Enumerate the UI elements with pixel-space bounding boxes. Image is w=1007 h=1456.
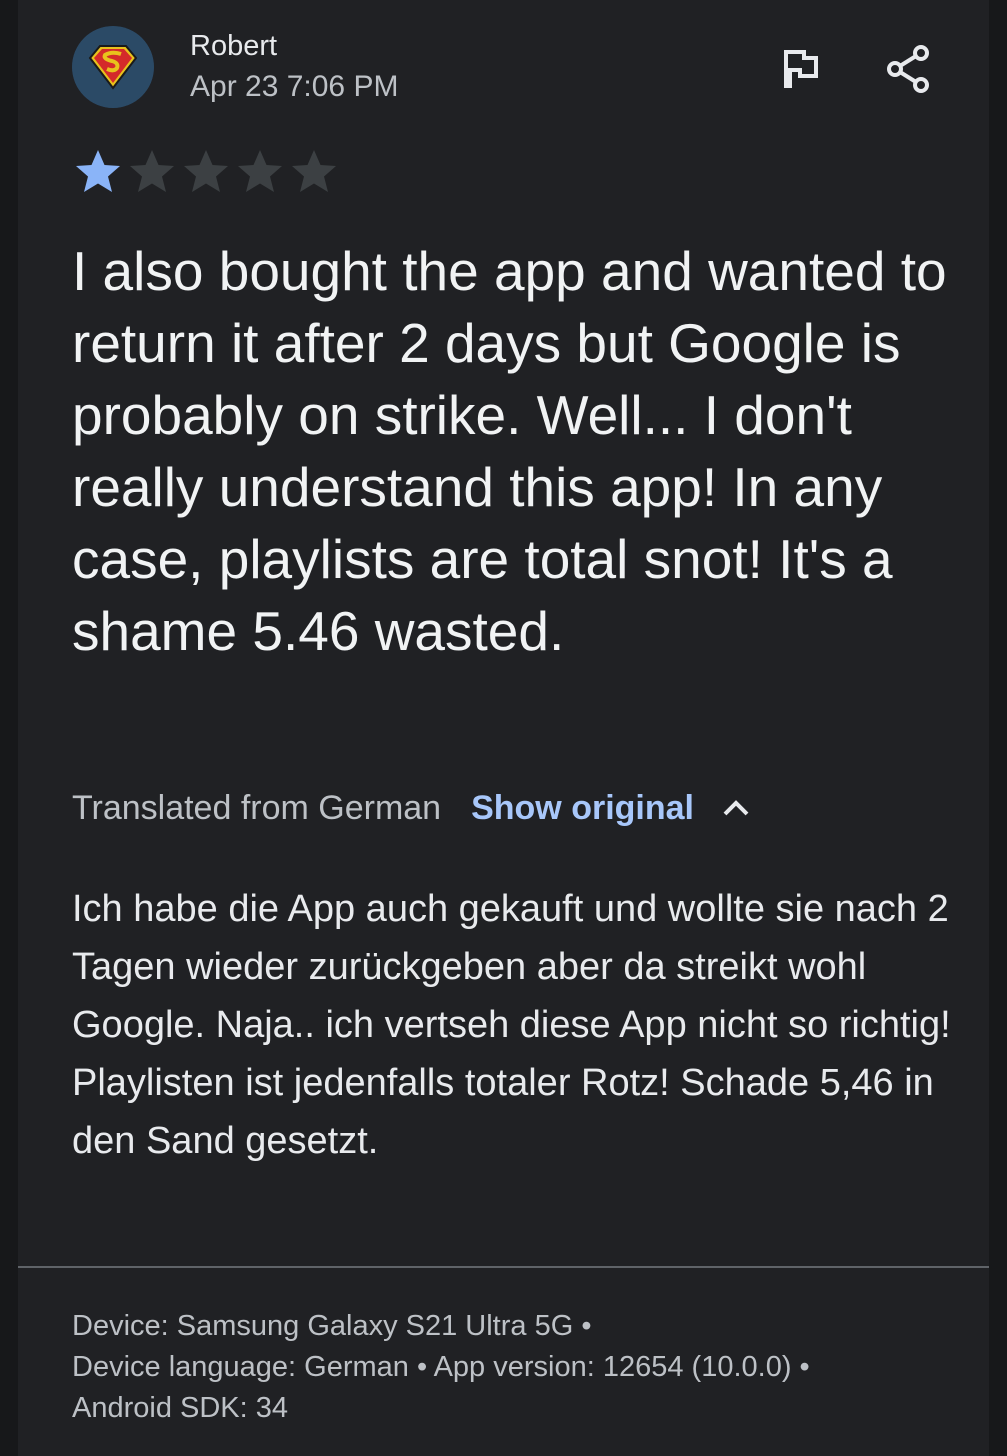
review-text: I also bought the app and wanted to retu…	[72, 240, 947, 662]
translated-label: Translated from German	[72, 788, 442, 827]
translation-row: Translated from German Show original	[72, 786, 750, 830]
flag-icon	[784, 50, 818, 88]
review-card: Robert Apr 23 7:06 PM I also bought the …	[18, 0, 989, 1456]
share-button[interactable]	[879, 40, 937, 98]
chevron-up-icon[interactable]	[722, 799, 750, 817]
author-name: Robert	[190, 30, 278, 62]
device-info-line: Android SDK: 34	[72, 1392, 289, 1424]
star-empty-icon	[182, 148, 230, 196]
star-empty-icon	[128, 148, 176, 196]
device-info-line: Device: Samsung Galaxy S21 Ultra 5G •	[72, 1310, 592, 1342]
device-info: Device: Samsung Galaxy S21 Ultra 5G • De…	[72, 1306, 952, 1429]
star-rating	[74, 148, 338, 196]
star-empty-icon	[236, 148, 284, 196]
original-review-text: Ich habe die App auch gekauft und wollte…	[72, 888, 951, 1162]
star-filled-icon	[74, 148, 122, 196]
avatar	[72, 26, 154, 108]
review-date: Apr 23 7:06 PM	[190, 70, 399, 103]
superman-logo-icon	[72, 26, 154, 108]
star-empty-icon	[290, 148, 338, 196]
show-original-link[interactable]: Show original	[471, 789, 694, 828]
device-info-line: Device language: German • App version: 1…	[72, 1351, 810, 1383]
flag-button[interactable]	[772, 40, 830, 98]
share-icon	[887, 45, 929, 93]
divider	[18, 1266, 989, 1268]
